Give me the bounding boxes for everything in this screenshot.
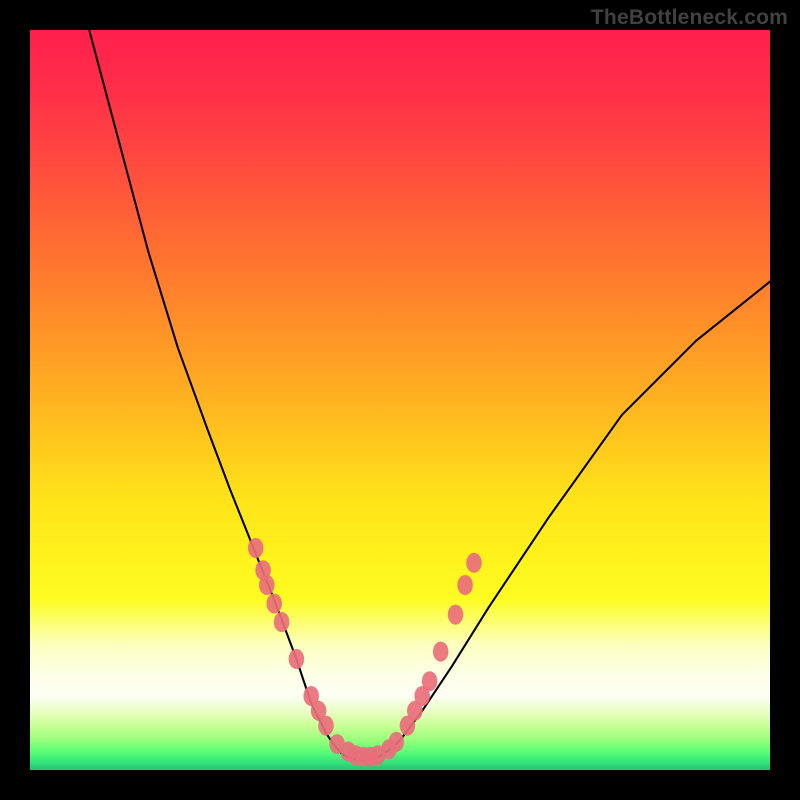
marker-point bbox=[248, 538, 264, 558]
marker-point bbox=[266, 594, 282, 614]
marker-point bbox=[433, 642, 449, 662]
marker-point bbox=[422, 671, 438, 691]
marker-point bbox=[448, 605, 464, 625]
curve-markers bbox=[248, 538, 482, 767]
bottleneck-curve bbox=[89, 30, 770, 760]
marker-point bbox=[318, 716, 334, 736]
watermark-text: TheBottleneck.com bbox=[591, 6, 788, 30]
marker-point bbox=[389, 732, 405, 752]
curve-overlay bbox=[30, 30, 770, 770]
marker-point bbox=[289, 649, 305, 669]
marker-point bbox=[457, 575, 473, 595]
marker-point bbox=[259, 575, 275, 595]
marker-point bbox=[274, 612, 290, 632]
marker-point bbox=[466, 553, 482, 573]
plot-area bbox=[30, 30, 770, 770]
chart-container: TheBottleneck.com bbox=[0, 0, 800, 800]
